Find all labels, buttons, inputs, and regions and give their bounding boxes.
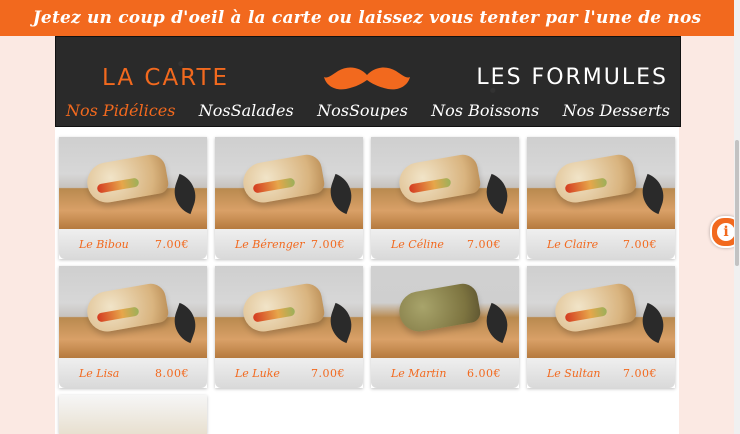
product-caption: Le Bibou 7.00€: [59, 229, 207, 259]
product-photo: [59, 395, 207, 434]
product-photo: [527, 137, 675, 229]
product-name: Le Lisa: [79, 366, 120, 380]
menu-content: LA CARTE LES FORMULES Nos Pidélices NosS…: [55, 36, 681, 434]
product-card[interactable]: Le Bérenger 7.00€: [215, 137, 363, 259]
product-name: Le Luke: [235, 366, 280, 380]
product-card[interactable]: Le Sultan 7.00€: [527, 266, 675, 388]
product-price: 7.00€: [623, 237, 657, 251]
product-caption: Le Bérenger 7.00€: [215, 229, 363, 259]
product-caption: Le Céline 7.00€: [371, 229, 519, 259]
category-nos-boissons[interactable]: Nos Boissons: [431, 101, 539, 125]
info-icon: i: [717, 223, 735, 241]
product-name: Le Sultan: [547, 366, 601, 380]
product-caption: Le Lisa 8.00€: [59, 358, 207, 388]
product-name: Le Bérenger: [235, 237, 305, 251]
product-price: 7.00€: [155, 237, 189, 251]
product-card[interactable]: Le Martin 6.00€: [371, 266, 519, 388]
product-caption: Le Sultan 7.00€: [527, 358, 675, 388]
product-photo: [59, 266, 207, 358]
product-caption: Le Luke 7.00€: [215, 358, 363, 388]
product-card[interactable]: Le Bibou 7.00€: [59, 137, 207, 259]
product-photo: [371, 266, 519, 358]
product-photo: [371, 137, 519, 229]
product-price: 8.00€: [155, 366, 189, 380]
category-nos-desserts[interactable]: Nos Desserts: [563, 101, 670, 125]
scrollbar[interactable]: [734, 0, 740, 434]
product-card[interactable]: Le Luke 7.00€: [215, 266, 363, 388]
product-photo: [215, 137, 363, 229]
product-price: 7.00€: [467, 237, 501, 251]
product-photo: [59, 137, 207, 229]
nav-les-formules[interactable]: LES FORMULES: [476, 65, 668, 90]
product-photo: [215, 266, 363, 358]
category-nos-soupes[interactable]: NosSoupes: [317, 101, 408, 125]
product-name: Le Céline: [391, 237, 444, 251]
menu-header: LA CARTE LES FORMULES Nos Pidélices NosS…: [55, 36, 681, 127]
nav-la-carte[interactable]: LA CARTE: [102, 65, 229, 91]
product-caption: Le Martin 6.00€: [371, 358, 519, 388]
product-price: 7.00€: [311, 366, 345, 380]
scrollbar-thumb[interactable]: [735, 140, 739, 266]
product-price: 6.00€: [467, 366, 501, 380]
category-nav: Nos Pidélices NosSalades NosSoupes Nos B…: [56, 101, 680, 125]
product-price: 7.00€: [623, 366, 657, 380]
product-photo: [527, 266, 675, 358]
mustache-icon: [324, 67, 410, 90]
category-nos-pidelices[interactable]: Nos Pidélices: [66, 101, 175, 125]
product-name: Le Claire: [547, 237, 599, 251]
category-nos-salades[interactable]: NosSalades: [199, 101, 294, 125]
product-card[interactable]: Le Céline 7.00€: [371, 137, 519, 259]
product-card[interactable]: Le Lisa 8.00€: [59, 266, 207, 388]
top-banner: Jetez un coup d'oeil à la carte ou laiss…: [0, 0, 734, 64]
product-card[interactable]: Le Claire 7.00€: [527, 137, 675, 259]
product-name: Le Martin: [391, 366, 447, 380]
product-card-partial[interactable]: [59, 395, 207, 434]
product-name: Le Bibou: [79, 237, 129, 251]
product-caption: Le Claire 7.00€: [527, 229, 675, 259]
product-price: 7.00€: [311, 237, 345, 251]
